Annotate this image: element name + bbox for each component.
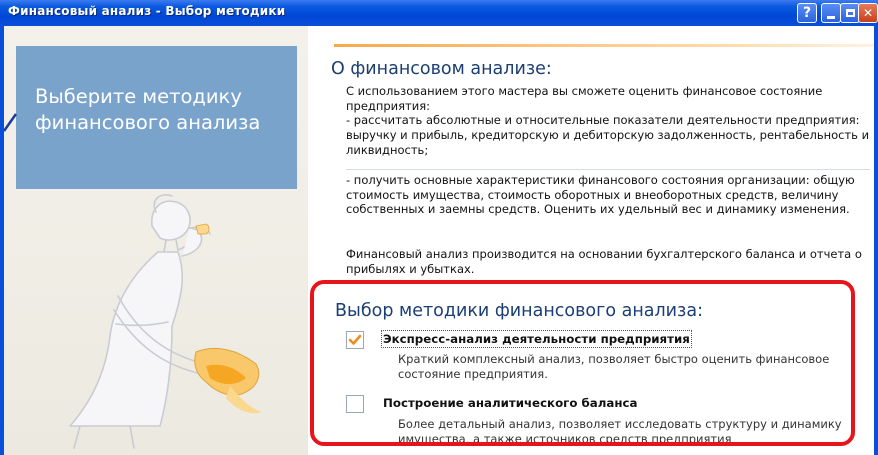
wizard-heading-box: Выберите методику финансового анализа (16, 46, 297, 189)
window-titlebar[interactable]: Финансовый анализ - Выбор методики ? ✕ (0, 0, 878, 26)
about-bullet-1: - рассчитать абсолютные и относительные … (346, 113, 870, 157)
about-title: О финансовом анализе: (331, 59, 552, 79)
wizard-heading: Выберите методику финансового анализа (35, 84, 260, 136)
window-frame-right (874, 26, 878, 455)
help-button[interactable]: ? (797, 3, 817, 23)
accent-divider (334, 44, 874, 47)
maximize-icon (845, 9, 855, 17)
about-intro: С использованием этого мастера вы сможет… (346, 84, 823, 113)
wizard-heading-line1: Выберите методику (35, 85, 242, 108)
method-highlight-frame (310, 280, 855, 446)
about-basis: Финансовый анализ производится на основа… (346, 247, 862, 276)
window-title: Финансовый анализ - Выбор методики (8, 4, 286, 18)
arrow-fragment-icon (4, 113, 18, 132)
wizard-side-panel: Выберите методику финансового анализа (4, 26, 308, 455)
minimize-icon (827, 15, 835, 19)
minimize-button[interactable] (821, 3, 841, 23)
close-icon: ✕ (862, 6, 874, 20)
close-button[interactable]: ✕ (858, 3, 878, 23)
woman-illustration (69, 194, 262, 449)
wizard-heading-line2: финансового анализа (35, 111, 261, 134)
about-bullet-2: - получить основные характеристики финан… (346, 173, 855, 217)
help-icon: ? (802, 5, 812, 21)
maximize-button[interactable] (840, 3, 860, 23)
about-intro-block: С использованием этого мастера вы сможет… (346, 84, 870, 158)
about-separator (346, 169, 870, 170)
